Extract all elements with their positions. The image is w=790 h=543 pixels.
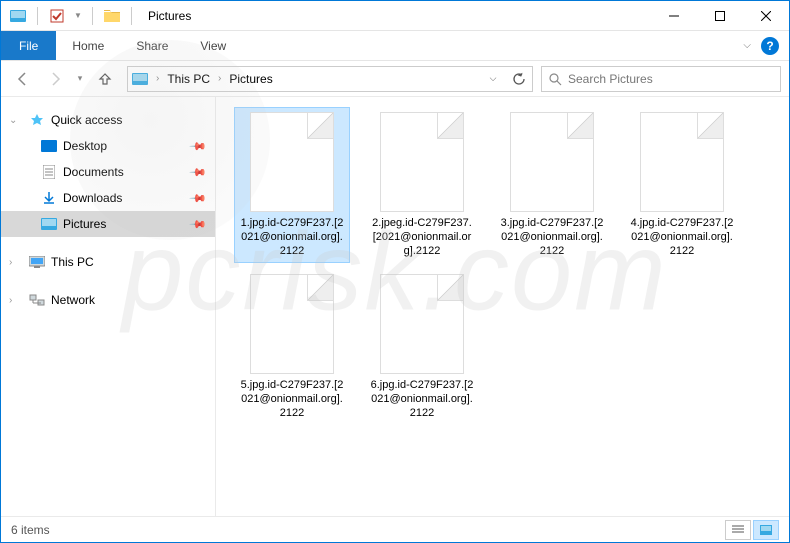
chevron-right-icon[interactable]: › xyxy=(154,73,161,84)
folder-icon xyxy=(101,5,123,27)
file-thumb xyxy=(640,112,724,212)
separator xyxy=(131,7,132,25)
recent-dropdown[interactable]: ▾ xyxy=(73,65,87,93)
file-label: 4.jpg.id-C279F237.[2021@onionmail.org].2… xyxy=(629,216,735,258)
chevron-right-icon[interactable]: › xyxy=(9,257,12,268)
file-thumb xyxy=(380,112,464,212)
chevron-right-icon[interactable]: › xyxy=(216,73,223,84)
file-item[interactable]: 4.jpg.id-C279F237.[2021@onionmail.org].2… xyxy=(624,107,740,263)
file-item[interactable]: 6.jpg.id-C279F237.[2021@onionmail.org].2… xyxy=(364,269,480,425)
titlebar: ▼ Pictures xyxy=(1,1,789,31)
chevron-right-icon[interactable]: › xyxy=(9,295,12,306)
icons-view-button[interactable] xyxy=(753,520,779,540)
file-thumb xyxy=(250,112,334,212)
details-view-button[interactable] xyxy=(725,520,751,540)
explorer-window: ▼ Pictures File Home Share View ⌵ xyxy=(0,0,790,543)
star-icon xyxy=(29,112,45,128)
pin-icon: 📌 xyxy=(189,189,208,208)
search-icon xyxy=(548,72,562,86)
ribbon: File Home Share View ⌵ ? xyxy=(1,31,789,61)
item-count: 6 items xyxy=(11,523,50,537)
sidebar-quick-access[interactable]: ⌄ Quick access xyxy=(1,107,215,133)
address-dropdown-icon[interactable]: ⌵ xyxy=(480,67,506,91)
breadcrumb[interactable]: This PC xyxy=(161,72,216,86)
navbar: ▾ › This PC › Pictures ⌵ Search Pictures xyxy=(1,61,789,97)
sidebar-item-label: Pictures xyxy=(63,217,106,231)
qat-dropdown-icon[interactable]: ▼ xyxy=(72,5,84,27)
sidebar-item-label: Downloads xyxy=(63,191,122,205)
back-button[interactable] xyxy=(9,65,37,93)
file-item[interactable]: 3.jpg.id-C279F237.[2021@onionmail.org].2… xyxy=(494,107,610,263)
sidebar-item-label: This PC xyxy=(51,255,94,269)
sidebar-item-label: Documents xyxy=(63,165,124,179)
address-bar[interactable]: › This PC › Pictures ⌵ xyxy=(127,66,533,92)
documents-icon xyxy=(41,164,57,180)
sidebar-item-desktop[interactable]: Desktop 📌 xyxy=(1,133,215,159)
sidebar-item-documents[interactable]: Documents 📌 xyxy=(1,159,215,185)
file-label: 2.jpeg.id-C279F237.[2021@onionmail.org].… xyxy=(369,216,475,258)
sidebar: ⌄ Quick access Desktop 📌 Documents 📌 Dow xyxy=(1,97,216,516)
sidebar-item-label: Quick access xyxy=(51,113,122,127)
file-label: 3.jpg.id-C279F237.[2021@onionmail.org].2… xyxy=(499,216,605,258)
statusbar: 6 items xyxy=(1,516,789,542)
file-thumb xyxy=(250,274,334,374)
maximize-button[interactable] xyxy=(697,1,743,31)
file-pane[interactable]: 1.jpg.id-C279F237.[2021@onionmail.org].2… xyxy=(216,97,789,516)
tab-view[interactable]: View xyxy=(184,31,242,60)
sidebar-item-label: Network xyxy=(51,293,95,307)
file-item[interactable]: 1.jpg.id-C279F237.[2021@onionmail.org].2… xyxy=(234,107,350,263)
file-label: 5.jpg.id-C279F237.[2021@onionmail.org].2… xyxy=(239,378,345,420)
file-thumb xyxy=(510,112,594,212)
separator xyxy=(37,7,38,25)
desktop-icon xyxy=(41,138,57,154)
downloads-icon xyxy=(41,190,57,206)
pictures-icon xyxy=(41,216,57,232)
close-button[interactable] xyxy=(743,1,789,31)
search-input[interactable]: Search Pictures xyxy=(541,66,781,92)
sidebar-this-pc[interactable]: › This PC xyxy=(1,249,215,275)
sidebar-item-pictures[interactable]: Pictures 📌 xyxy=(1,211,215,237)
sidebar-network[interactable]: › Network xyxy=(1,287,215,313)
file-item[interactable]: 5.jpg.id-C279F237.[2021@onionmail.org].2… xyxy=(234,269,350,425)
properties-icon[interactable] xyxy=(46,5,68,27)
network-icon xyxy=(29,292,45,308)
file-label: 6.jpg.id-C279F237.[2021@onionmail.org].2… xyxy=(369,378,475,420)
refresh-icon[interactable] xyxy=(506,67,532,91)
breadcrumb[interactable]: Pictures xyxy=(223,72,278,86)
pin-icon: 📌 xyxy=(189,137,208,156)
pc-icon xyxy=(29,254,45,270)
search-placeholder: Search Pictures xyxy=(568,72,653,86)
help-icon[interactable]: ? xyxy=(761,37,779,55)
tab-home[interactable]: Home xyxy=(56,31,120,60)
up-button[interactable] xyxy=(91,65,119,93)
app-icon xyxy=(7,5,29,27)
minimize-button[interactable] xyxy=(651,1,697,31)
pin-icon: 📌 xyxy=(189,163,208,182)
forward-button[interactable] xyxy=(41,65,69,93)
file-thumb xyxy=(380,274,464,374)
file-grid: 1.jpg.id-C279F237.[2021@onionmail.org].2… xyxy=(234,107,771,425)
sidebar-item-downloads[interactable]: Downloads 📌 xyxy=(1,185,215,211)
window-title: Pictures xyxy=(140,9,199,23)
chevron-down-icon[interactable]: ⌄ xyxy=(9,115,17,126)
file-item[interactable]: 2.jpeg.id-C279F237.[2021@onionmail.org].… xyxy=(364,107,480,263)
sidebar-item-label: Desktop xyxy=(63,139,107,153)
file-label: 1.jpg.id-C279F237.[2021@onionmail.org].2… xyxy=(239,216,345,258)
breadcrumb-root-icon[interactable] xyxy=(128,73,154,85)
ribbon-expand-icon[interactable]: ⌵ xyxy=(743,40,751,51)
pin-icon: 📌 xyxy=(189,215,208,234)
file-tab[interactable]: File xyxy=(1,31,56,60)
separator xyxy=(92,7,93,25)
tab-share[interactable]: Share xyxy=(120,31,184,60)
